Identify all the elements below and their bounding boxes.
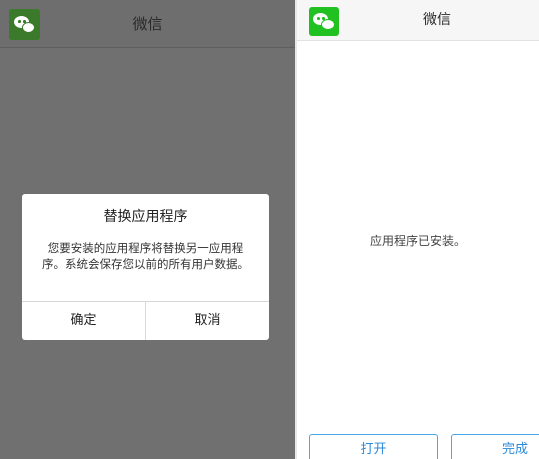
done-button[interactable]: 完成 (451, 434, 539, 459)
titlebar-divider (0, 47, 295, 48)
installer-titlebar: 微信 (0, 0, 295, 48)
open-button[interactable]: 打开 (309, 434, 438, 459)
install-status-message: 应用程序已安装。 (369, 234, 466, 248)
replace-app-dialog: 替换应用程序 您要安装的应用程序将替换另一应用程序。系统会保存您以前的所有用户数… (22, 194, 269, 340)
installer-screen-replace: 微信 替换应用程序 您要安装的应用程序将替换另一应用程序。系统会保存您以前的所有… (0, 0, 295, 459)
confirm-button[interactable]: 确定 (22, 302, 145, 340)
dialog-message: 您要安装的应用程序将替换另一应用程序。系统会保存您以前的所有用户数据。 (42, 241, 249, 271)
installer-titlebar: 微信 (297, 0, 539, 41)
dialog-title: 替换应用程序 (103, 209, 188, 225)
wechat-icon (309, 7, 339, 36)
app-title: 微信 (132, 15, 163, 33)
app-title: 微信 (423, 12, 451, 28)
screenshot-stage: 微信 替换应用程序 您要安装的应用程序将替换另一应用程序。系统会保存您以前的所有… (0, 0, 539, 459)
cancel-button[interactable]: 取消 (146, 302, 269, 340)
titlebar-divider (297, 40, 539, 41)
installer-screen-installed: 微信 应用程序已安装。 打开 完成 (297, 0, 539, 459)
